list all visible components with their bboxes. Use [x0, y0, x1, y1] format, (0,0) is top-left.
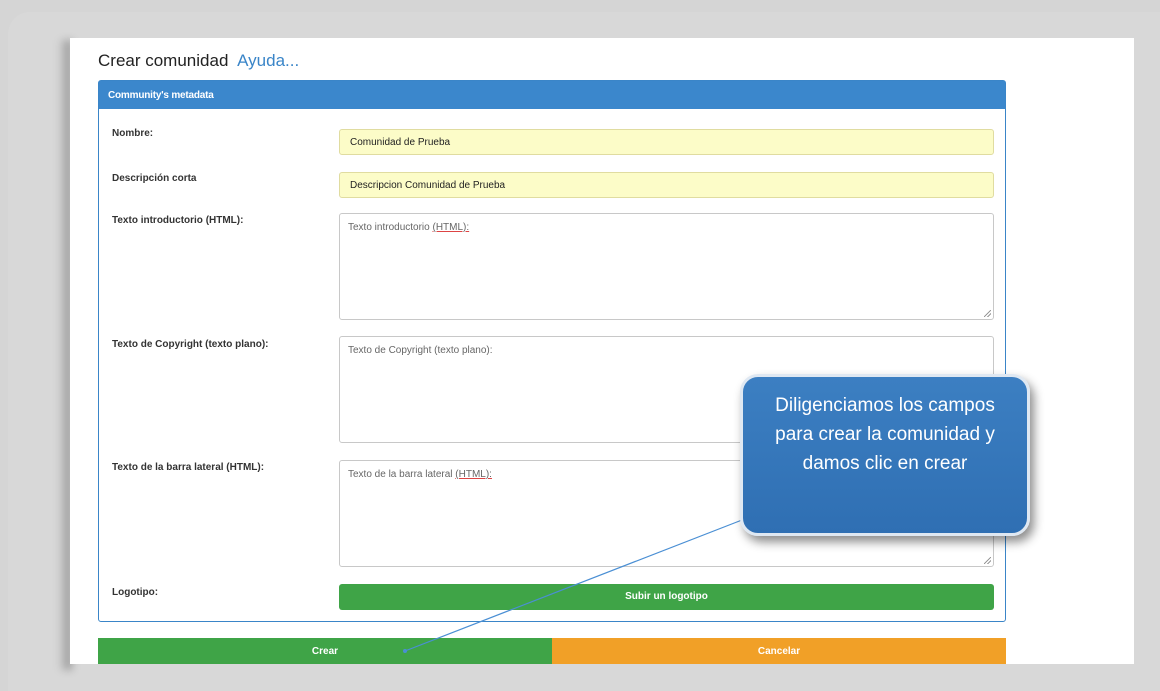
- sidebar-text-placeholder: Texto de la barra lateral (HTML):: [348, 469, 492, 480]
- panel-header: Community's metadata: [99, 81, 1005, 109]
- form-actions: Crear Cancelar: [98, 638, 1006, 664]
- short-description-field[interactable]: Descripcion Comunidad de Prueba: [339, 172, 994, 198]
- short-description-label: Descripción corta: [112, 173, 197, 184]
- intro-text-label: Texto introductorio (HTML):: [112, 215, 244, 226]
- name-field[interactable]: Comunidad de Prueba: [339, 129, 994, 155]
- sidebar-text-label: Texto de la barra lateral (HTML):: [112, 462, 265, 473]
- community-metadata-panel: Community's metadata Nombre: Comunidad d…: [98, 80, 1006, 622]
- page-title: Crear comunidad Ayuda...: [98, 51, 299, 71]
- cancel-button[interactable]: Cancelar: [552, 638, 1006, 664]
- upload-logo-button[interactable]: Subir un logotipo: [339, 584, 994, 610]
- create-button[interactable]: Crear: [98, 638, 552, 664]
- copyright-text-label: Texto de Copyright (texto plano):: [112, 339, 269, 350]
- page-title-text: Crear comunidad: [98, 51, 229, 70]
- intro-text-placeholder: Texto introductorio (HTML):: [348, 222, 470, 233]
- resize-grip-icon[interactable]: [984, 557, 991, 564]
- copyright-text-placeholder: Texto de Copyright (texto plano):: [348, 345, 493, 356]
- logo-label: Logotipo:: [112, 587, 159, 598]
- create-community-page: Crear comunidad Ayuda... Community's met…: [70, 38, 1134, 664]
- resize-grip-icon[interactable]: [984, 310, 991, 317]
- name-label: Nombre:: [112, 128, 154, 139]
- instruction-callout: Diligenciamos los campos para crear la c…: [740, 374, 1030, 536]
- help-link[interactable]: Ayuda...: [237, 51, 299, 70]
- intro-text-area[interactable]: Texto introductorio (HTML):: [339, 213, 994, 320]
